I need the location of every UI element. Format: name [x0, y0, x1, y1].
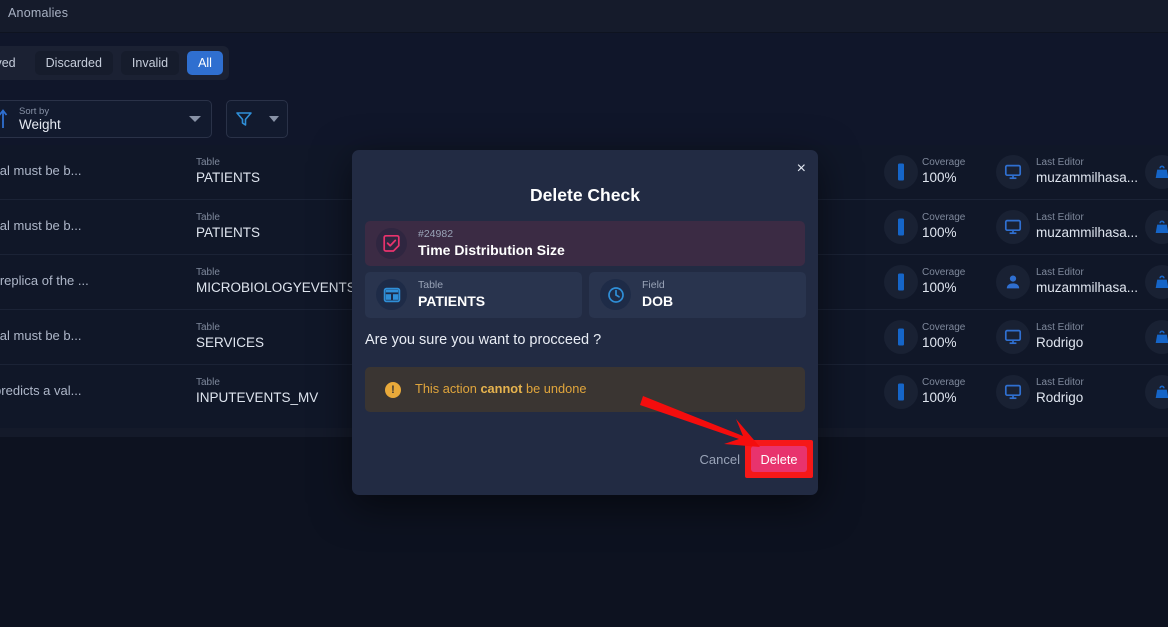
- row-last-editor-label: Last Editor: [1036, 212, 1084, 223]
- table-card-text: Table PATIENTS: [418, 278, 485, 310]
- field-card: Field DOB: [589, 272, 806, 318]
- row-last-editor-cell: Last Editor muzammilhasa...: [1036, 266, 1140, 296]
- row-last-editor-value: Rodrigo: [1036, 335, 1084, 350]
- chevron-down-icon[interactable]: [189, 116, 201, 122]
- row-last-editor-label: Last Editor: [1036, 377, 1084, 388]
- check-name: Time Distribution Size: [418, 242, 565, 258]
- row-coverage-cell: Coverage 100%: [922, 321, 965, 351]
- warning-emphasis: cannot: [480, 381, 523, 396]
- modal-title: Delete Check: [530, 185, 640, 205]
- monitor-icon: [996, 210, 1030, 244]
- close-icon[interactable]: ×: [797, 161, 806, 177]
- weight-icon: [1145, 375, 1168, 409]
- row-coverage-label: Coverage: [922, 322, 966, 333]
- row-last-editor-cell: Last Editor muzammilhasa...: [1036, 156, 1140, 186]
- field-card-value: DOB: [642, 293, 674, 309]
- check-summary-card: #24982 Time Distribution Size: [365, 221, 805, 266]
- coverage-bar-icon: [884, 265, 918, 299]
- chevron-down-icon[interactable]: [269, 116, 279, 122]
- check-summary-text: #24982 Time Distribution Size: [418, 227, 565, 259]
- row-last-editor-value: muzammilhasa...: [1036, 225, 1139, 240]
- row-coverage-value: 100%: [922, 280, 957, 295]
- row-coverage-value: 100%: [922, 335, 957, 350]
- clock-icon: [600, 279, 631, 310]
- row-last-editor-label: Last Editor: [1036, 322, 1084, 333]
- row-last-editor-value: Rodrigo: [1036, 390, 1084, 405]
- coverage-bar-icon: [884, 320, 918, 354]
- row-coverage-label: Coverage: [922, 267, 966, 278]
- warning-exclamation-icon: !: [385, 382, 401, 398]
- page-title: Anomalies: [8, 6, 69, 20]
- red-arrow-pointer: [640, 396, 760, 447]
- check-square-icon: [376, 228, 407, 259]
- row-description: ferred expression predicts a val...: [0, 383, 82, 398]
- filter-chip-group: Archived Discarded Invalid All: [0, 46, 229, 80]
- row-coverage-cell: Coverage 100%: [922, 266, 965, 296]
- row-coverage-label: Coverage: [922, 212, 966, 223]
- top-header: Anomalies: [0, 0, 1168, 33]
- sort-by-select[interactable]: Sort by Weight: [0, 100, 212, 138]
- funnel-icon: [236, 112, 252, 126]
- field-card-label: Field: [642, 279, 665, 291]
- sort-by-label: Sort by: [19, 105, 50, 117]
- monitor-icon: [996, 375, 1030, 409]
- table-card-value: PATIENTS: [418, 293, 486, 309]
- app-root: Anomalies Archived Discarded Invalid All So…: [0, 0, 1168, 627]
- warning-suffix: be undone: [522, 381, 587, 396]
- row-coverage-cell: Coverage 100%: [922, 211, 965, 241]
- filter-button[interactable]: [226, 100, 288, 138]
- warning-prefix: This action: [415, 381, 481, 396]
- coverage-bar-icon: [884, 155, 918, 189]
- field-card-text: Field DOB: [642, 278, 673, 310]
- row-last-editor-value: muzammilhasa...: [1036, 280, 1139, 295]
- row-last-editor-cell: Last Editor Rodrigo: [1036, 321, 1140, 351]
- table-card-label: Table: [418, 279, 444, 291]
- row-description: eference table is a replica of the ...: [0, 273, 89, 288]
- row-last-editor-label: Last Editor: [1036, 157, 1084, 168]
- row-description: h time-series interval must be b...: [0, 163, 82, 178]
- warning-text: This action cannot be undone: [415, 381, 586, 396]
- weight-icon: [1145, 210, 1168, 244]
- row-last-editor-value: muzammilhasa...: [1036, 170, 1139, 185]
- row-coverage-cell: Coverage 100%: [922, 156, 965, 186]
- coverage-bar-icon: [884, 375, 918, 409]
- filter-chip-invalid[interactable]: Invalid: [120, 51, 180, 75]
- confirm-question: Are you sure you want to procceed ?: [365, 332, 602, 348]
- row-last-editor-label: Last Editor: [1036, 267, 1084, 278]
- row-description: h time-series interval must be b...: [0, 328, 82, 343]
- row-coverage-value: 100%: [922, 170, 957, 185]
- check-id: #24982: [418, 228, 454, 240]
- row-last-editor-cell: Last Editor Rodrigo: [1036, 376, 1140, 406]
- table-card: Table PATIENTS: [365, 272, 582, 318]
- filter-chip-archived[interactable]: Archived: [0, 51, 27, 75]
- sort-by-value: Weight: [19, 116, 61, 132]
- weight-icon: [1145, 320, 1168, 354]
- row-coverage-value: 100%: [922, 390, 957, 405]
- sort-numeric-asc-icon: [0, 108, 19, 130]
- filter-chip-bar: Archived Discarded Invalid All: [0, 33, 1168, 92]
- row-coverage-value: 100%: [922, 225, 957, 240]
- monitor-icon: [996, 155, 1030, 189]
- controls-bar: Sort by Weight: [0, 92, 1168, 145]
- coverage-bar-icon: [884, 210, 918, 244]
- monitor-icon: [996, 320, 1030, 354]
- row-description: h time-series interval must be b...: [0, 218, 82, 233]
- row-last-editor-cell: Last Editor muzammilhasa...: [1036, 211, 1140, 241]
- weight-icon: [1145, 155, 1168, 189]
- filter-chip-discarded[interactable]: Discarded: [34, 51, 113, 75]
- weight-icon: [1145, 265, 1168, 299]
- table-grid-icon: [376, 279, 407, 310]
- row-coverage-cell: Coverage 100%: [922, 376, 965, 406]
- person-icon: [996, 265, 1030, 299]
- row-coverage-label: Coverage: [922, 377, 966, 388]
- filter-chip-all[interactable]: All: [187, 51, 223, 75]
- row-coverage-label: Coverage: [922, 157, 966, 168]
